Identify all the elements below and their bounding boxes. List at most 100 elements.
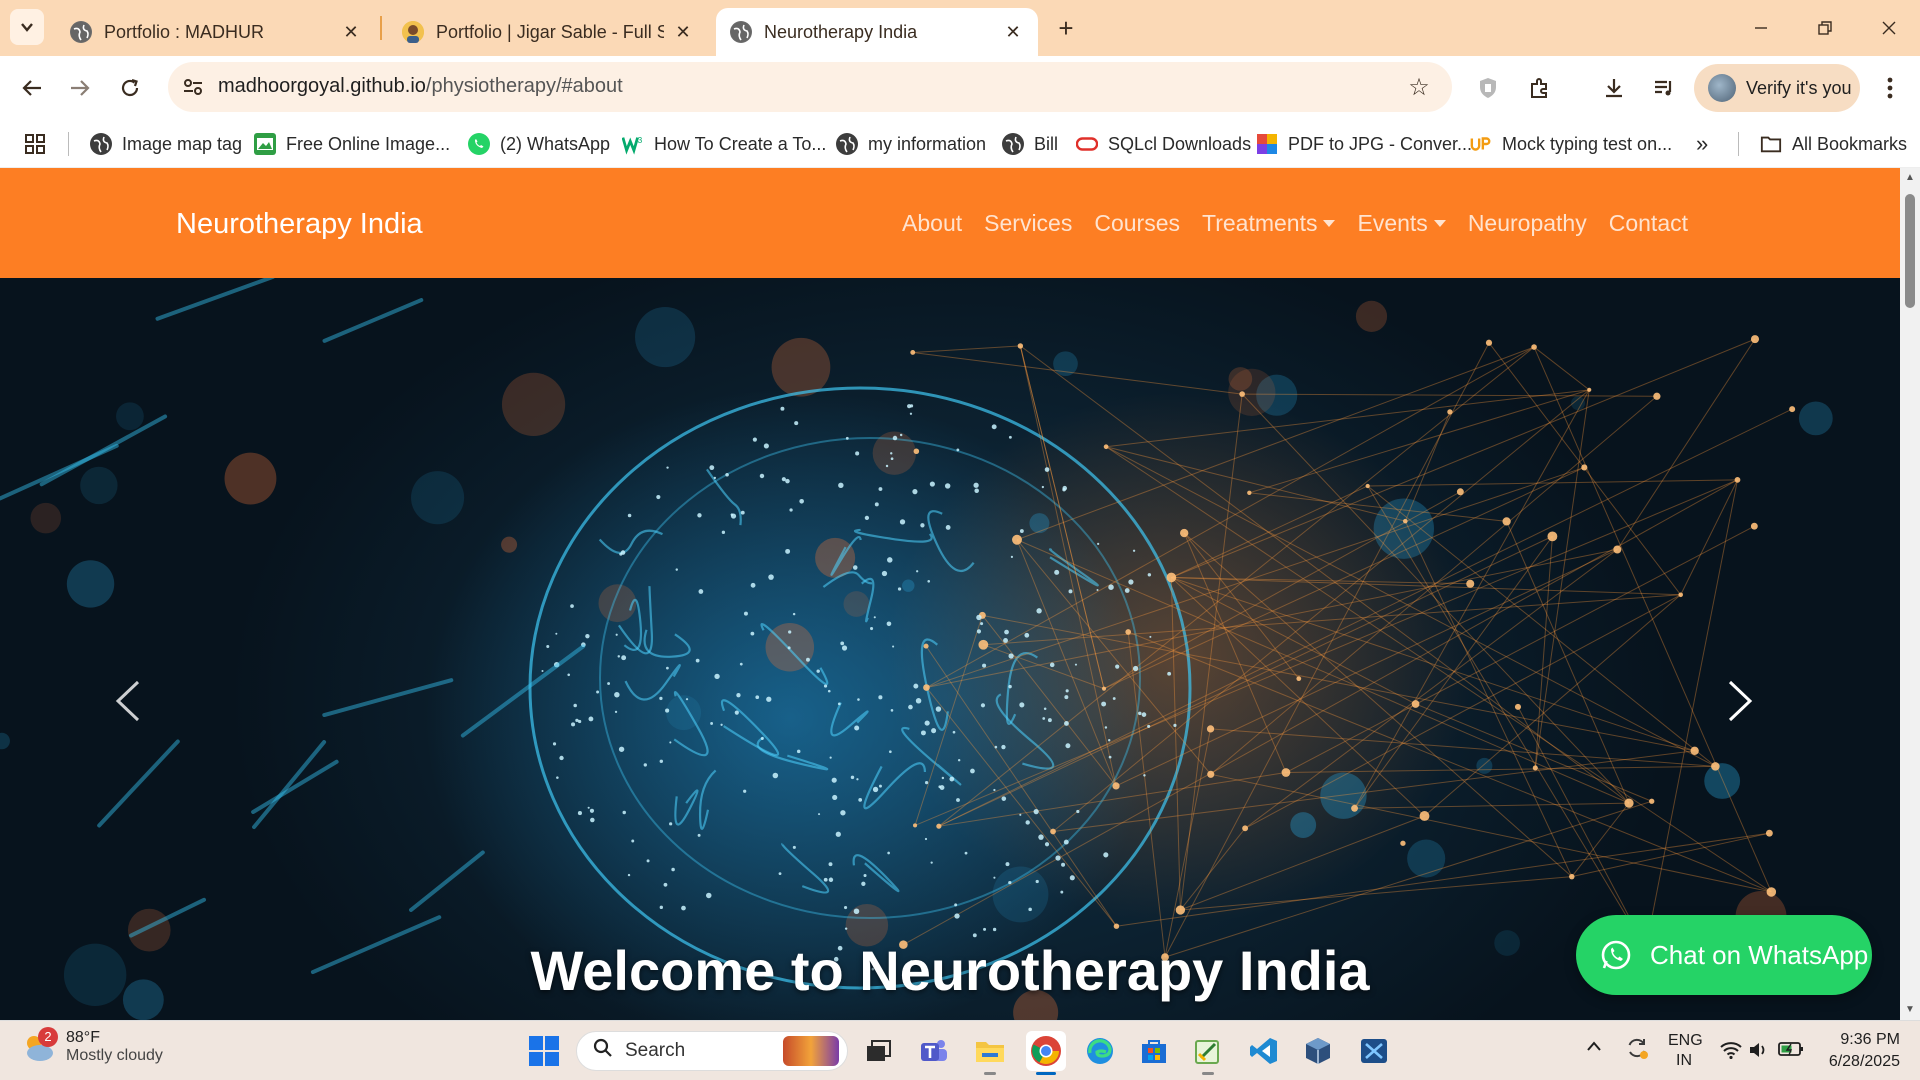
windows-taskbar: 2 88°F Mostly cloudy Search ENG IN 9:36 … [0,1020,1920,1080]
nav-neuropathy[interactable]: Neuropathy [1468,210,1587,237]
bookmark-sqlcl-downloads[interactable]: SQLcl Downloads [1076,128,1251,160]
page-scrollbar[interactable]: ▲ ▼ [1900,168,1920,1020]
site-brand[interactable]: Neurotherapy India [176,208,423,241]
nav-label: Treatments [1202,210,1318,236]
weather-widget[interactable]: 2 88°F Mostly cloudy [20,1027,163,1065]
show-hidden-icons-chevron-up-icon[interactable] [1586,1039,1602,1058]
brain-network-image [0,278,1833,1020]
bookmark-free-online-image[interactable]: Free Online Image... [254,128,450,160]
virtualbox-icon[interactable] [1298,1031,1338,1071]
back-button[interactable] [12,68,52,108]
site-settings-icon[interactable] [178,72,208,102]
volume-icon[interactable] [1748,1041,1770,1064]
wifi-icon[interactable] [1720,1041,1742,1064]
close-icon[interactable]: ✕ [340,21,362,43]
verify-profile-button[interactable]: Verify it's you [1694,64,1860,112]
nav-services[interactable]: Services [984,210,1072,237]
bookmark-star-icon[interactable]: ☆ [1404,72,1434,102]
nav-label: Services [984,210,1073,236]
bookmark-label: Bill [1034,133,1059,154]
carousel-next-button[interactable] [1726,678,1786,738]
address-bar[interactable]: madhoorgoyal.github.io/physiotherapy/#ab… [168,62,1452,112]
bookmark-my-information[interactable]: my information [836,128,986,160]
language-line1: ENG [1668,1032,1703,1049]
system-clock[interactable]: 9:36 PM 6/28/2025 [1808,1029,1900,1073]
task-view-icon[interactable] [858,1031,898,1071]
avatar-icon [402,21,424,43]
nav-contact[interactable]: Contact [1609,210,1688,237]
oracle-icon [1076,133,1098,155]
tab-neurotherapy-india[interactable]: Neurotherapy India ✕ [716,8,1038,56]
chrome-icon[interactable] [1026,1031,1066,1075]
bookmarks-divider [1738,132,1739,156]
more-menu-icon[interactable] [1872,70,1908,106]
windows-start-icon[interactable] [528,1035,560,1067]
app-running-indicator [984,1072,996,1075]
vscode-icon[interactable] [1244,1031,1284,1071]
all-bookmarks-label: All Bookmarks [1792,133,1908,154]
restore-button[interactable] [1794,0,1856,56]
url-host: madhoorgoyal.github.io [218,75,426,97]
more-bookmarks-button[interactable]: » [1696,128,1708,160]
bookmark-how-to-create[interactable]: 3 How To Create a To... [622,128,826,160]
edge-icon[interactable] [1080,1031,1120,1071]
restore-icon [1818,21,1832,35]
bookmark-label: How To Create a To... [654,133,827,154]
tab-search-button[interactable] [10,9,44,45]
microsoft-store-icon[interactable] [1134,1031,1174,1071]
app-running-indicator [1202,1072,1214,1075]
close-icon[interactable]: ✕ [1002,21,1024,43]
caret-down-icon [1433,220,1446,227]
bookmark-label: my information [868,133,987,154]
nav-courses[interactable]: Courses [1094,210,1180,237]
bookmark-image-map-tag[interactable]: Image map tag [90,128,242,160]
apps-grid-icon[interactable] [24,128,46,160]
close-icon[interactable]: ✕ [672,21,694,43]
scroll-down-arrow-icon[interactable]: ▼ [1904,1004,1916,1016]
weather-badge: 2 [38,1027,58,1047]
paint-app-icon[interactable] [1188,1031,1228,1075]
sync-icon[interactable] [1624,1035,1650,1066]
snipping-tool-icon[interactable] [1354,1031,1394,1071]
reload-button[interactable] [110,68,150,108]
nav-events-dropdown[interactable]: Events [1357,210,1446,237]
close-window-button[interactable] [1858,0,1920,56]
new-tab-button[interactable]: + [1050,12,1082,44]
nav-about[interactable]: About [902,210,962,237]
globe-icon [90,133,112,155]
download-icon[interactable] [1596,70,1632,106]
site-nav-links: About Services Courses Treatments Events… [902,210,1688,237]
language-indicator[interactable]: ENG IN [1668,1031,1703,1071]
folder-icon [1760,133,1782,155]
tab-strip: Portfolio : MADHUR ✕ Portfolio | Jigar S… [0,0,1920,56]
tab-title: Portfolio : MADHUR [104,21,265,42]
extension-shield-icon[interactable] [1470,70,1506,106]
bookmarks-bar: Image map tag Free Online Image... (2) W… [0,120,1920,168]
bookmark-whatsapp[interactable]: (2) WhatsApp [468,128,610,160]
nav-treatments-dropdown[interactable]: Treatments [1202,210,1336,237]
bookmark-bill[interactable]: Bill [1002,128,1058,160]
teams-icon[interactable] [914,1031,954,1071]
minimize-button[interactable] [1730,0,1792,56]
scrollbar-thumb[interactable] [1905,194,1915,308]
tab-portfolio-jigar[interactable]: Portfolio | Jigar Sable - Full Stac ✕ [388,8,708,56]
tab-portfolio-madhur[interactable]: Portfolio : MADHUR ✕ [56,8,376,56]
extensions-puzzle-icon[interactable] [1522,70,1558,106]
taskbar-search-box[interactable]: Search [576,1031,848,1071]
scroll-up-arrow-icon[interactable]: ▲ [1904,172,1916,184]
weather-temp: 88°F [66,1029,100,1046]
bookmark-mock-typing-test[interactable]: Mock typing test on... [1470,128,1672,160]
language-line2: IN [1676,1052,1692,1069]
search-highlight-image [783,1036,839,1066]
hero-carousel: Welcome to Neurotherapy India [0,278,1900,1020]
carousel-prev-button[interactable] [112,678,172,738]
whatsapp-icon [1601,940,1631,970]
close-icon [1882,21,1896,35]
battery-charging-icon[interactable] [1778,1041,1804,1062]
media-controls-icon[interactable] [1646,70,1682,106]
file-explorer-icon[interactable] [970,1031,1010,1075]
bookmark-pdf-to-jpg[interactable]: PDF to JPG - Conver... [1256,128,1472,160]
chat-on-whatsapp-button[interactable]: Chat on WhatsApp [1576,915,1872,995]
forward-button[interactable] [60,68,100,108]
all-bookmarks-button[interactable]: All Bookmarks [1760,128,1907,160]
